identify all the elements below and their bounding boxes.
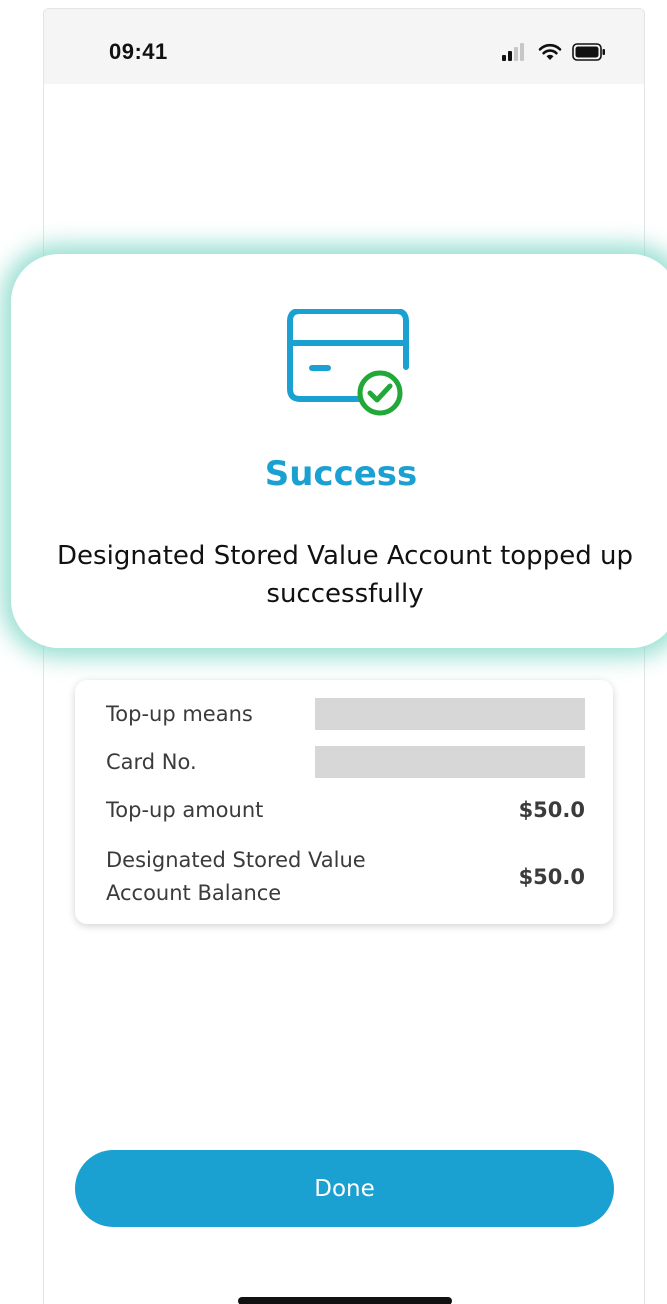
status-time: 09:41: [109, 39, 168, 64]
detail-value: $50.0: [518, 798, 585, 822]
modal-message-line: Designated Stored Value Account topped u…: [57, 541, 633, 571]
done-button[interactable]: Done: [75, 1150, 614, 1227]
modal-message: Designated Stored Value Account topped u…: [11, 537, 667, 613]
detail-row-topup-amount: Top-up amount $50.0: [106, 794, 585, 826]
detail-label: Card No.: [106, 750, 197, 774]
detail-label: Top-up means: [106, 702, 253, 726]
modal-title: Success: [264, 454, 418, 494]
redacted-value: [315, 698, 585, 730]
status-icons: [502, 43, 606, 61]
home-indicator: [238, 1297, 452, 1304]
card-check-icon: [284, 308, 414, 425]
modal-message-line: successfully: [266, 579, 424, 609]
wifi-icon: [538, 43, 562, 61]
detail-row-card-no: Card No.: [106, 746, 585, 778]
detail-label-line: Account Balance: [106, 881, 282, 905]
battery-icon: [572, 43, 606, 61]
page: 09:41 Top-up means Card No. Top-up amoun…: [0, 0, 667, 1304]
detail-row-account-balance: Designated Stored Value Account Balance …: [106, 844, 585, 910]
success-modal: Success Designated Stored Value Account …: [11, 254, 667, 648]
detail-value: $50.0: [518, 865, 585, 889]
detail-label: Designated Stored Value Account Balance: [106, 844, 366, 910]
detail-label: Top-up amount: [106, 798, 264, 822]
cellular-signal-icon: [502, 43, 528, 61]
redacted-value: [315, 746, 585, 778]
detail-row-topup-means: Top-up means: [106, 698, 585, 730]
status-bar: 09:41: [44, 9, 644, 84]
transaction-details-card: Top-up means Card No. Top-up amount $50.…: [75, 680, 613, 924]
detail-label-line: Designated Stored Value: [106, 848, 366, 872]
phone-frame: 09:41: [43, 8, 645, 1304]
